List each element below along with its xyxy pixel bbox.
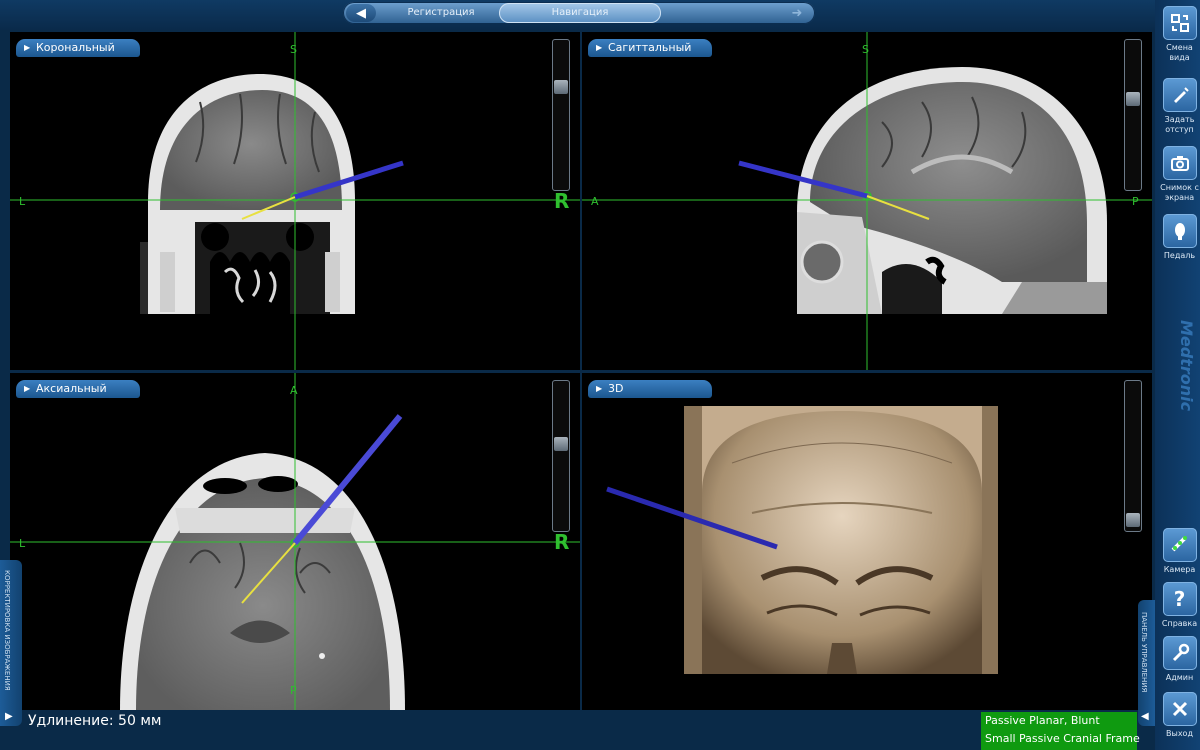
slider-thumb[interactable] xyxy=(1126,92,1140,106)
extension-readout: Удлинение: 50 мм xyxy=(28,713,162,729)
screenshot-button[interactable]: Снимок с экрана xyxy=(1160,146,1199,203)
coronal-ct-image xyxy=(10,32,580,370)
play-icon: ▶ xyxy=(596,43,603,52)
pen-offset-icon xyxy=(1162,78,1197,112)
slice-slider[interactable] xyxy=(552,39,570,191)
orientation-right: R xyxy=(554,530,570,554)
slider-thumb[interactable] xyxy=(1126,513,1140,527)
orientation-top: S xyxy=(862,43,869,56)
orientation-bottom: P xyxy=(290,684,297,697)
axial-viewport[interactable]: ▶ Аксиальный A L R P xyxy=(10,373,580,710)
wrench-icon xyxy=(1162,636,1197,670)
reference-frame-name: Small Passive Cranial Frame xyxy=(985,732,1140,745)
camera-icon xyxy=(1162,146,1197,180)
forward-button[interactable]: ➜ xyxy=(782,4,812,22)
orientation-top: S xyxy=(290,43,297,56)
orientation-right: R xyxy=(554,189,570,213)
brand-logo: Medtronic xyxy=(1177,320,1196,412)
slider-thumb[interactable] xyxy=(554,80,568,94)
axial-label[interactable]: ▶ Аксиальный xyxy=(16,380,140,398)
close-icon xyxy=(1162,692,1197,726)
instrument-status: Passive Planar, Blunt Small Passive Cran… xyxy=(981,712,1140,750)
coronal-viewport[interactable]: ▶ Корональный S L R xyxy=(10,32,580,370)
tab-navigation[interactable]: Навигация xyxy=(499,3,661,23)
pedal-button[interactable]: Педаль xyxy=(1160,214,1199,261)
control-panel-tab[interactable]: ПАНЕЛЬ УПРАВЛЕНИЯ ◀ xyxy=(1138,600,1155,726)
arrow-left-icon: ◀ xyxy=(356,5,366,21)
orientation-right: P xyxy=(1132,195,1139,208)
change-view-button[interactable]: Смена вида xyxy=(1160,6,1199,63)
layout-switch-icon xyxy=(1162,6,1197,40)
workflow-nav: ◀ Регистрация Навигация ➜ xyxy=(343,2,815,24)
3d-viewport[interactable]: ▶ 3D xyxy=(582,373,1152,710)
chevron-right-icon: ▶ xyxy=(5,711,13,722)
chevron-left-icon: ◀ xyxy=(1141,711,1149,722)
arrow-right-icon: ➜ xyxy=(791,5,803,21)
axial-ct-image xyxy=(10,373,580,710)
top-bar: ◀ Регистрация Навигация ➜ xyxy=(0,0,1155,30)
orientation-left: A xyxy=(591,195,599,208)
admin-button[interactable]: Админ xyxy=(1160,636,1199,683)
set-offset-button[interactable]: Задать отступ xyxy=(1160,78,1199,135)
help-icon: ? xyxy=(1162,582,1197,616)
sagittal-label[interactable]: ▶ Сагиттальный xyxy=(588,39,712,57)
exit-button[interactable]: Выход xyxy=(1160,692,1199,739)
status-bar: Удлинение: 50 мм xyxy=(22,711,980,750)
tracking-camera-icon xyxy=(1162,528,1197,562)
play-icon: ▶ xyxy=(24,43,31,52)
sagittal-viewport[interactable]: ▶ Сагиттальный S A P xyxy=(582,32,1152,370)
slice-slider[interactable] xyxy=(1124,39,1142,191)
instrument-name: Passive Planar, Blunt xyxy=(985,714,1100,727)
orientation-left: L xyxy=(19,195,26,208)
help-button[interactable]: ? Справка xyxy=(1160,582,1199,629)
orientation-left: L xyxy=(19,537,26,550)
footswitch-icon xyxy=(1162,214,1197,248)
3d-rendering xyxy=(606,406,998,674)
back-button[interactable]: ◀ xyxy=(346,4,376,22)
orientation-top: A xyxy=(290,384,298,397)
tab-registration[interactable]: Регистрация xyxy=(381,3,501,23)
3d-label[interactable]: ▶ 3D xyxy=(588,380,712,398)
play-icon: ▶ xyxy=(24,384,31,393)
play-icon: ▶ xyxy=(596,384,603,393)
slice-slider[interactable] xyxy=(1124,380,1142,532)
sagittal-ct-image xyxy=(582,32,1152,370)
image-correction-tab[interactable]: КОРРЕКТИРОВКА ИЗОБРАЖЕНИЯ ▶ xyxy=(0,560,22,726)
coronal-label[interactable]: ▶ Корональный xyxy=(16,39,140,57)
slice-slider[interactable] xyxy=(552,380,570,532)
camera-button[interactable]: Камера xyxy=(1160,528,1199,575)
slider-thumb[interactable] xyxy=(554,437,568,451)
